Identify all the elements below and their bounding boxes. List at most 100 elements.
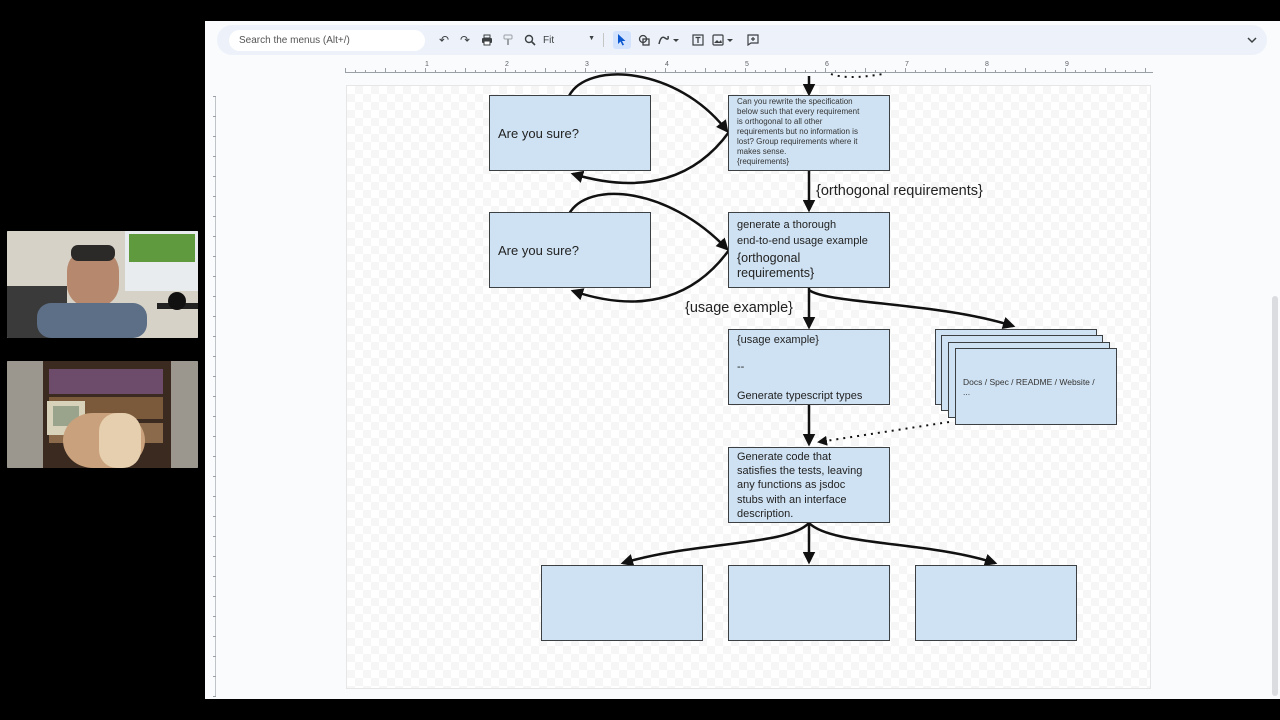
output-box-3[interactable] [915, 565, 1077, 641]
usage-example-label: {usage example} [685, 300, 794, 316]
ruler-tick [575, 70, 576, 73]
ruler-tick [213, 476, 216, 477]
ruler-tick [805, 70, 806, 73]
ruler-tick [925, 70, 926, 73]
arrow-usage-to-docs [808, 288, 1016, 329]
cursor-icon[interactable] [613, 31, 631, 49]
docs-spec-readme-box[interactable]: Docs / Spec / README / Website / ... [955, 348, 1117, 425]
code-line: description. [737, 507, 794, 520]
ruler-tick [945, 68, 946, 73]
print-icon[interactable] [478, 31, 496, 49]
ruler-tick [213, 596, 216, 597]
ruler-tick [445, 70, 446, 73]
redo-icon[interactable]: ↷ [456, 31, 474, 49]
comment-icon[interactable] [744, 31, 762, 49]
ruler-label: 6 [825, 61, 829, 68]
line-icon[interactable] [657, 31, 681, 49]
ruler-tick [525, 70, 526, 73]
ruler-tick [213, 156, 216, 157]
zoom-icon[interactable] [521, 31, 539, 49]
typescript-types-box[interactable]: {usage example} -- Generate typescript t… [728, 329, 890, 405]
ruler-tick [775, 70, 776, 73]
usage-example-box[interactable]: generate a thorough end-to-end usage exa… [728, 212, 890, 288]
ruler-tick [725, 70, 726, 73]
spec-line: {requirements} [737, 157, 790, 166]
ruler-tick [685, 70, 686, 73]
ruler-tick [213, 316, 216, 317]
undo-icon[interactable]: ↶ [435, 31, 453, 49]
ruler-baseline [345, 72, 1153, 73]
ruler-tick [985, 68, 986, 73]
ruler-tick [665, 68, 666, 73]
zoom-select[interactable]: Fit ▼ [543, 32, 595, 48]
ruler-tick [625, 68, 626, 73]
ruler-tick [465, 68, 466, 73]
paint-format-icon[interactable] [499, 31, 517, 49]
video-participant-2 [7, 361, 198, 468]
types-line-2: -- [737, 361, 745, 373]
ruler-tick [213, 196, 216, 197]
shape-icon[interactable] [635, 31, 653, 49]
ruler-tick [975, 70, 976, 73]
ruler-label: 5 [745, 61, 749, 68]
ruler-tick [1045, 70, 1046, 73]
ruler-tick [213, 536, 216, 537]
ruler-tick [535, 70, 536, 73]
ruler-tick [615, 70, 616, 73]
video-participant-1 [7, 231, 198, 338]
ruler-tick [1035, 70, 1036, 73]
ruler-tick [415, 70, 416, 73]
ruler-tick [595, 70, 596, 73]
usage-line-3: {orthogonal [737, 251, 801, 265]
ruler-tick [213, 556, 216, 557]
ruler-tick [865, 68, 866, 73]
ruler-tick [855, 70, 856, 73]
zoom-caret-icon: ▼ [588, 35, 595, 42]
ruler-tick [605, 70, 606, 73]
ruler-tick [585, 68, 586, 73]
ruler-tick [1075, 70, 1076, 73]
are-you-sure-box-2[interactable]: Are you sure? [489, 212, 651, 288]
are-you-sure-text-2: Are you sure? [498, 243, 579, 258]
slide-canvas[interactable]: Are you sure? Are you sure? Can you rewr… [346, 73, 1151, 689]
ruler-tick [385, 68, 386, 73]
ruler-tick [965, 70, 966, 73]
image-icon[interactable] [711, 31, 735, 49]
spec-line: below such that every requirement [737, 107, 860, 116]
ruler-tick [755, 70, 756, 73]
ruler-tick [795, 70, 796, 73]
search-menus-input[interactable] [229, 30, 425, 51]
ruler-tick [815, 70, 816, 73]
code-line: satisfies the tests, leaving [737, 465, 863, 478]
ruler-tick [213, 336, 216, 337]
ruler-tick [213, 656, 216, 657]
ruler-tick [405, 70, 406, 73]
ruler-tick [1095, 70, 1096, 73]
ruler-tick [435, 70, 436, 73]
ruler-tick [1115, 70, 1116, 73]
textbox-icon[interactable] [689, 31, 707, 49]
output-box-1[interactable] [541, 565, 703, 641]
ruler-tick [635, 70, 636, 73]
output-box-2[interactable] [728, 565, 890, 641]
vertical-scrollbar[interactable] [1272, 296, 1278, 696]
spec-rewrite-box[interactable]: Can you rewrite the specification below … [728, 95, 890, 171]
ruler-tick [655, 70, 656, 73]
ruler-tick [355, 70, 356, 73]
are-you-sure-box-1[interactable]: Are you sure? [489, 95, 651, 171]
ruler-tick [505, 68, 506, 73]
code-line: Generate code that [737, 451, 832, 463]
spec-line: is orthogonal to all other [737, 117, 823, 126]
slides-editor-window: ↶ ↷ Fit ▼ [205, 21, 1280, 699]
ruler-tick [1145, 68, 1146, 73]
chevron-down-icon[interactable] [1243, 31, 1261, 49]
ruler-tick [935, 70, 936, 73]
ruler-tick [345, 68, 346, 73]
generate-code-box[interactable]: Generate code that satisfies the tests, … [728, 447, 890, 523]
ruler-label: 4 [665, 61, 669, 68]
ruler-tick [213, 456, 216, 457]
ruler-tick [213, 256, 216, 257]
ruler-tick [213, 276, 216, 277]
ruler-tick [213, 136, 216, 137]
ruler-label: 3 [585, 61, 589, 68]
